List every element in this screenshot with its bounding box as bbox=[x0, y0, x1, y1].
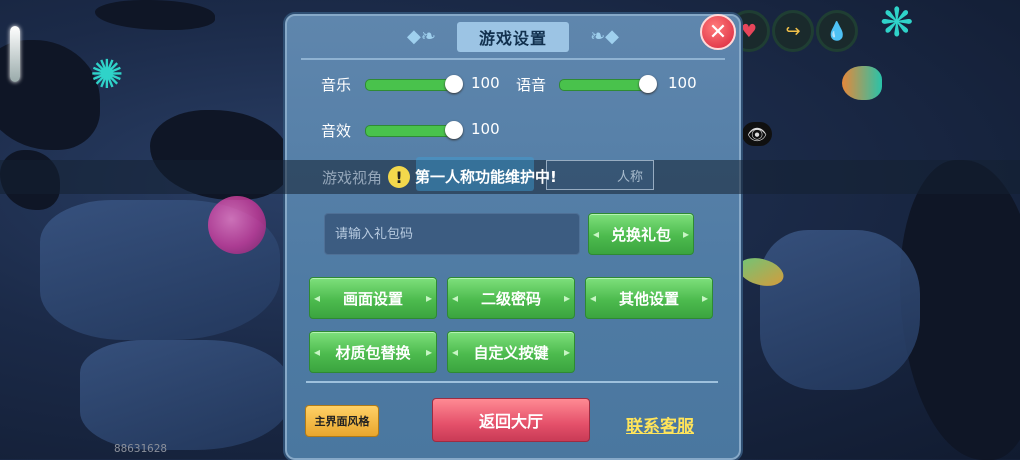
view-label: 游戏视角 bbox=[322, 169, 383, 187]
custom-keys-button[interactable]: 自定义按键 bbox=[447, 331, 575, 373]
graphics-settings-button[interactable]: 画面设置 bbox=[309, 277, 437, 319]
coral-plant: ✺ bbox=[90, 52, 124, 98]
gift-code-input[interactable] bbox=[324, 213, 580, 255]
ornament-icon: ❧◆ bbox=[590, 26, 619, 47]
texture-pack-button[interactable]: 材质包替换 bbox=[309, 331, 437, 373]
arrow-icon[interactable]: ↪ bbox=[772, 10, 814, 52]
contact-support-link[interactable]: 联系客服 bbox=[626, 412, 694, 437]
music-slider[interactable] bbox=[365, 79, 457, 91]
sfx-value: 100 bbox=[471, 120, 500, 138]
player-id: 88631628 bbox=[114, 442, 167, 455]
sfx-label: 音效 bbox=[321, 122, 352, 140]
eye-icon[interactable]: 👁 bbox=[742, 122, 772, 146]
back-to-lobby-button[interactable]: 返回大厅 bbox=[432, 398, 590, 442]
music-label: 音乐 bbox=[321, 76, 352, 94]
footer-divider bbox=[306, 381, 718, 383]
fish bbox=[842, 66, 882, 100]
warning-icon: ! bbox=[388, 166, 410, 188]
side-menu-handle[interactable] bbox=[10, 26, 20, 82]
ui-style-button[interactable]: 主界面风格 bbox=[305, 405, 379, 437]
voice-slider-knob[interactable] bbox=[639, 75, 657, 93]
third-person-option[interactable]: 人称 bbox=[546, 160, 654, 190]
secondary-password-button[interactable]: 二级密码 bbox=[447, 277, 575, 319]
title-divider bbox=[301, 58, 725, 60]
pink-bubble bbox=[208, 196, 266, 254]
close-button[interactable]: ✕ bbox=[700, 14, 736, 50]
coral-plant: ❋ bbox=[880, 0, 914, 46]
music-slider-knob[interactable] bbox=[445, 75, 463, 93]
redeem-gift-button[interactable]: 兑换礼包 bbox=[588, 213, 694, 255]
other-settings-button[interactable]: 其他设置 bbox=[585, 277, 713, 319]
seabed-stone bbox=[760, 230, 920, 390]
toast-message: 第一人称功能维护中! bbox=[415, 168, 557, 186]
music-value: 100 bbox=[471, 74, 500, 92]
ornament-icon: ◆❧ bbox=[407, 26, 436, 47]
voice-value: 100 bbox=[668, 74, 697, 92]
voice-slider[interactable] bbox=[559, 79, 651, 91]
voice-label: 语音 bbox=[516, 76, 547, 94]
rock-silhouette bbox=[95, 0, 215, 30]
sfx-slider[interactable] bbox=[365, 125, 457, 137]
title-bar: ◆❧ 游戏设置 ❧◆ bbox=[407, 22, 619, 52]
water-drop-icon[interactable]: 💧 bbox=[816, 10, 858, 52]
sfx-slider-knob[interactable] bbox=[445, 121, 463, 139]
panel-title: 游戏设置 bbox=[456, 22, 569, 52]
seabed-stone bbox=[80, 340, 290, 450]
